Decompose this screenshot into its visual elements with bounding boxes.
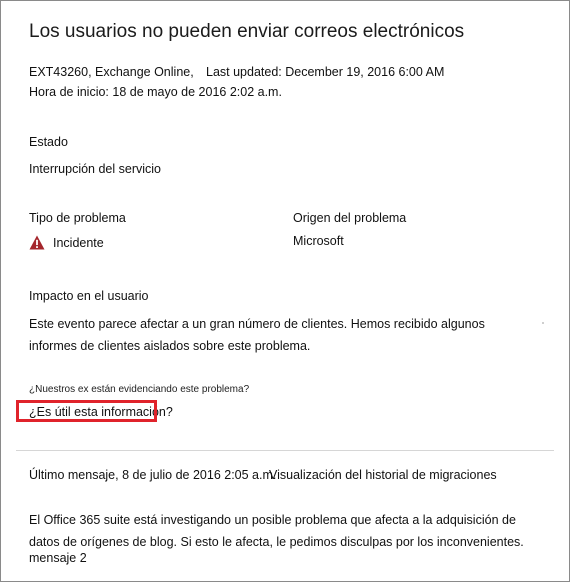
user-impact-label: Impacto en el usuario [29,289,149,303]
section-divider [16,450,554,451]
highlight-box [16,400,157,422]
status-value: Interrupción del servicio [29,162,162,176]
incident-details-panel: Los usuarios no pueden enviar correos el… [0,0,570,582]
last-message-body: El Office 365 suite está investigando un… [29,513,524,549]
scroll-indicator [542,322,544,324]
last-message-tail: mensaje 2 [29,551,87,565]
status-label: Estado [29,135,68,149]
last-updated: Last updated: December 19, 2016 6:00 AM [206,65,445,79]
feedback-question-small: ¿Nuestros ex están evidenciando este pro… [29,384,250,395]
issue-type-label: Tipo de problema [29,211,126,225]
issue-origin-label: Origen del problema [293,211,407,225]
incident-id-service: EXT43260, Exchange Online, [29,65,194,79]
warning-icon [29,235,45,250]
incident-title: Los usuarios no pueden enviar correos el… [29,21,465,42]
migration-history-link[interactable]: Visualización del historial de migracion… [269,468,497,482]
last-message-label: Último mensaje, 8 de julio de 2016 2:05 … [29,468,277,482]
start-time: Hora de inicio: 18 de mayo de 2016 2:02 … [29,85,282,99]
user-impact-text: Este evento parece afectar a un gran núm… [29,317,485,353]
issue-origin-value: Microsoft [293,234,344,248]
issue-type-value: Incidente [53,236,104,250]
